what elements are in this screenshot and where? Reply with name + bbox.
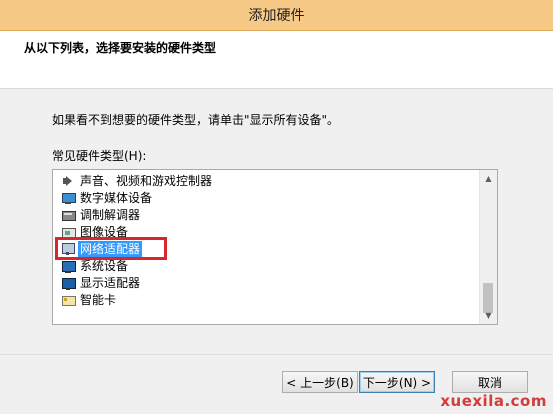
list-item-sound-video-game[interactable]: 声音、视频和游戏控制器 <box>61 172 214 189</box>
modem-icon <box>61 208 76 222</box>
scroll-up-arrow-icon[interactable]: ▲ <box>480 170 497 187</box>
system-device-icon <box>61 259 76 273</box>
next-button[interactable]: 下一步(N) > <box>359 371 435 393</box>
wizard-content: 如果看不到想要的硬件类型，请单击"显示所有设备"。 常见硬件类型(H): 声音、… <box>0 89 553 414</box>
list-item-digital-media[interactable]: 数字媒体设备 <box>61 189 154 206</box>
cancel-button[interactable]: 取消 <box>452 371 528 393</box>
window-title: 添加硬件 <box>248 8 305 24</box>
title-bar: 添加硬件 <box>0 0 553 31</box>
hardware-list-label: 常见硬件类型(H): <box>52 149 147 163</box>
list-item-network-adapter[interactable]: 网络适配器 <box>55 237 167 260</box>
wizard-header: 从以下列表，选择要安装的硬件类型 <box>0 31 553 89</box>
watermark: xuexila.com <box>440 392 547 410</box>
list-scrollbar[interactable]: ▲ ▼ <box>479 170 497 324</box>
divider <box>0 354 553 355</box>
speaker-icon <box>61 174 75 188</box>
header-title: 从以下列表，选择要安装的硬件类型 <box>24 41 217 55</box>
display-adapter-icon <box>61 276 76 290</box>
smart-card-icon <box>61 293 76 307</box>
instructions-text: 如果看不到想要的硬件类型，请单击"显示所有设备"。 <box>52 113 340 127</box>
back-button[interactable]: < 上一步(B) <box>282 371 358 393</box>
scroll-down-arrow-icon[interactable]: ▼ <box>480 307 497 324</box>
list-item-smart-card[interactable]: 智能卡 <box>61 291 118 308</box>
media-device-icon <box>61 191 76 205</box>
list-item-display-adapter[interactable]: 显示适配器 <box>61 274 142 291</box>
list-item-system-device[interactable]: 系统设备 <box>61 257 130 274</box>
hardware-type-list[interactable]: 声音、视频和游戏控制器 数字媒体设备 调制解调器 图像设备 网络适配器 系统设备… <box>52 169 498 325</box>
list-item-modem[interactable]: 调制解调器 <box>61 206 142 223</box>
